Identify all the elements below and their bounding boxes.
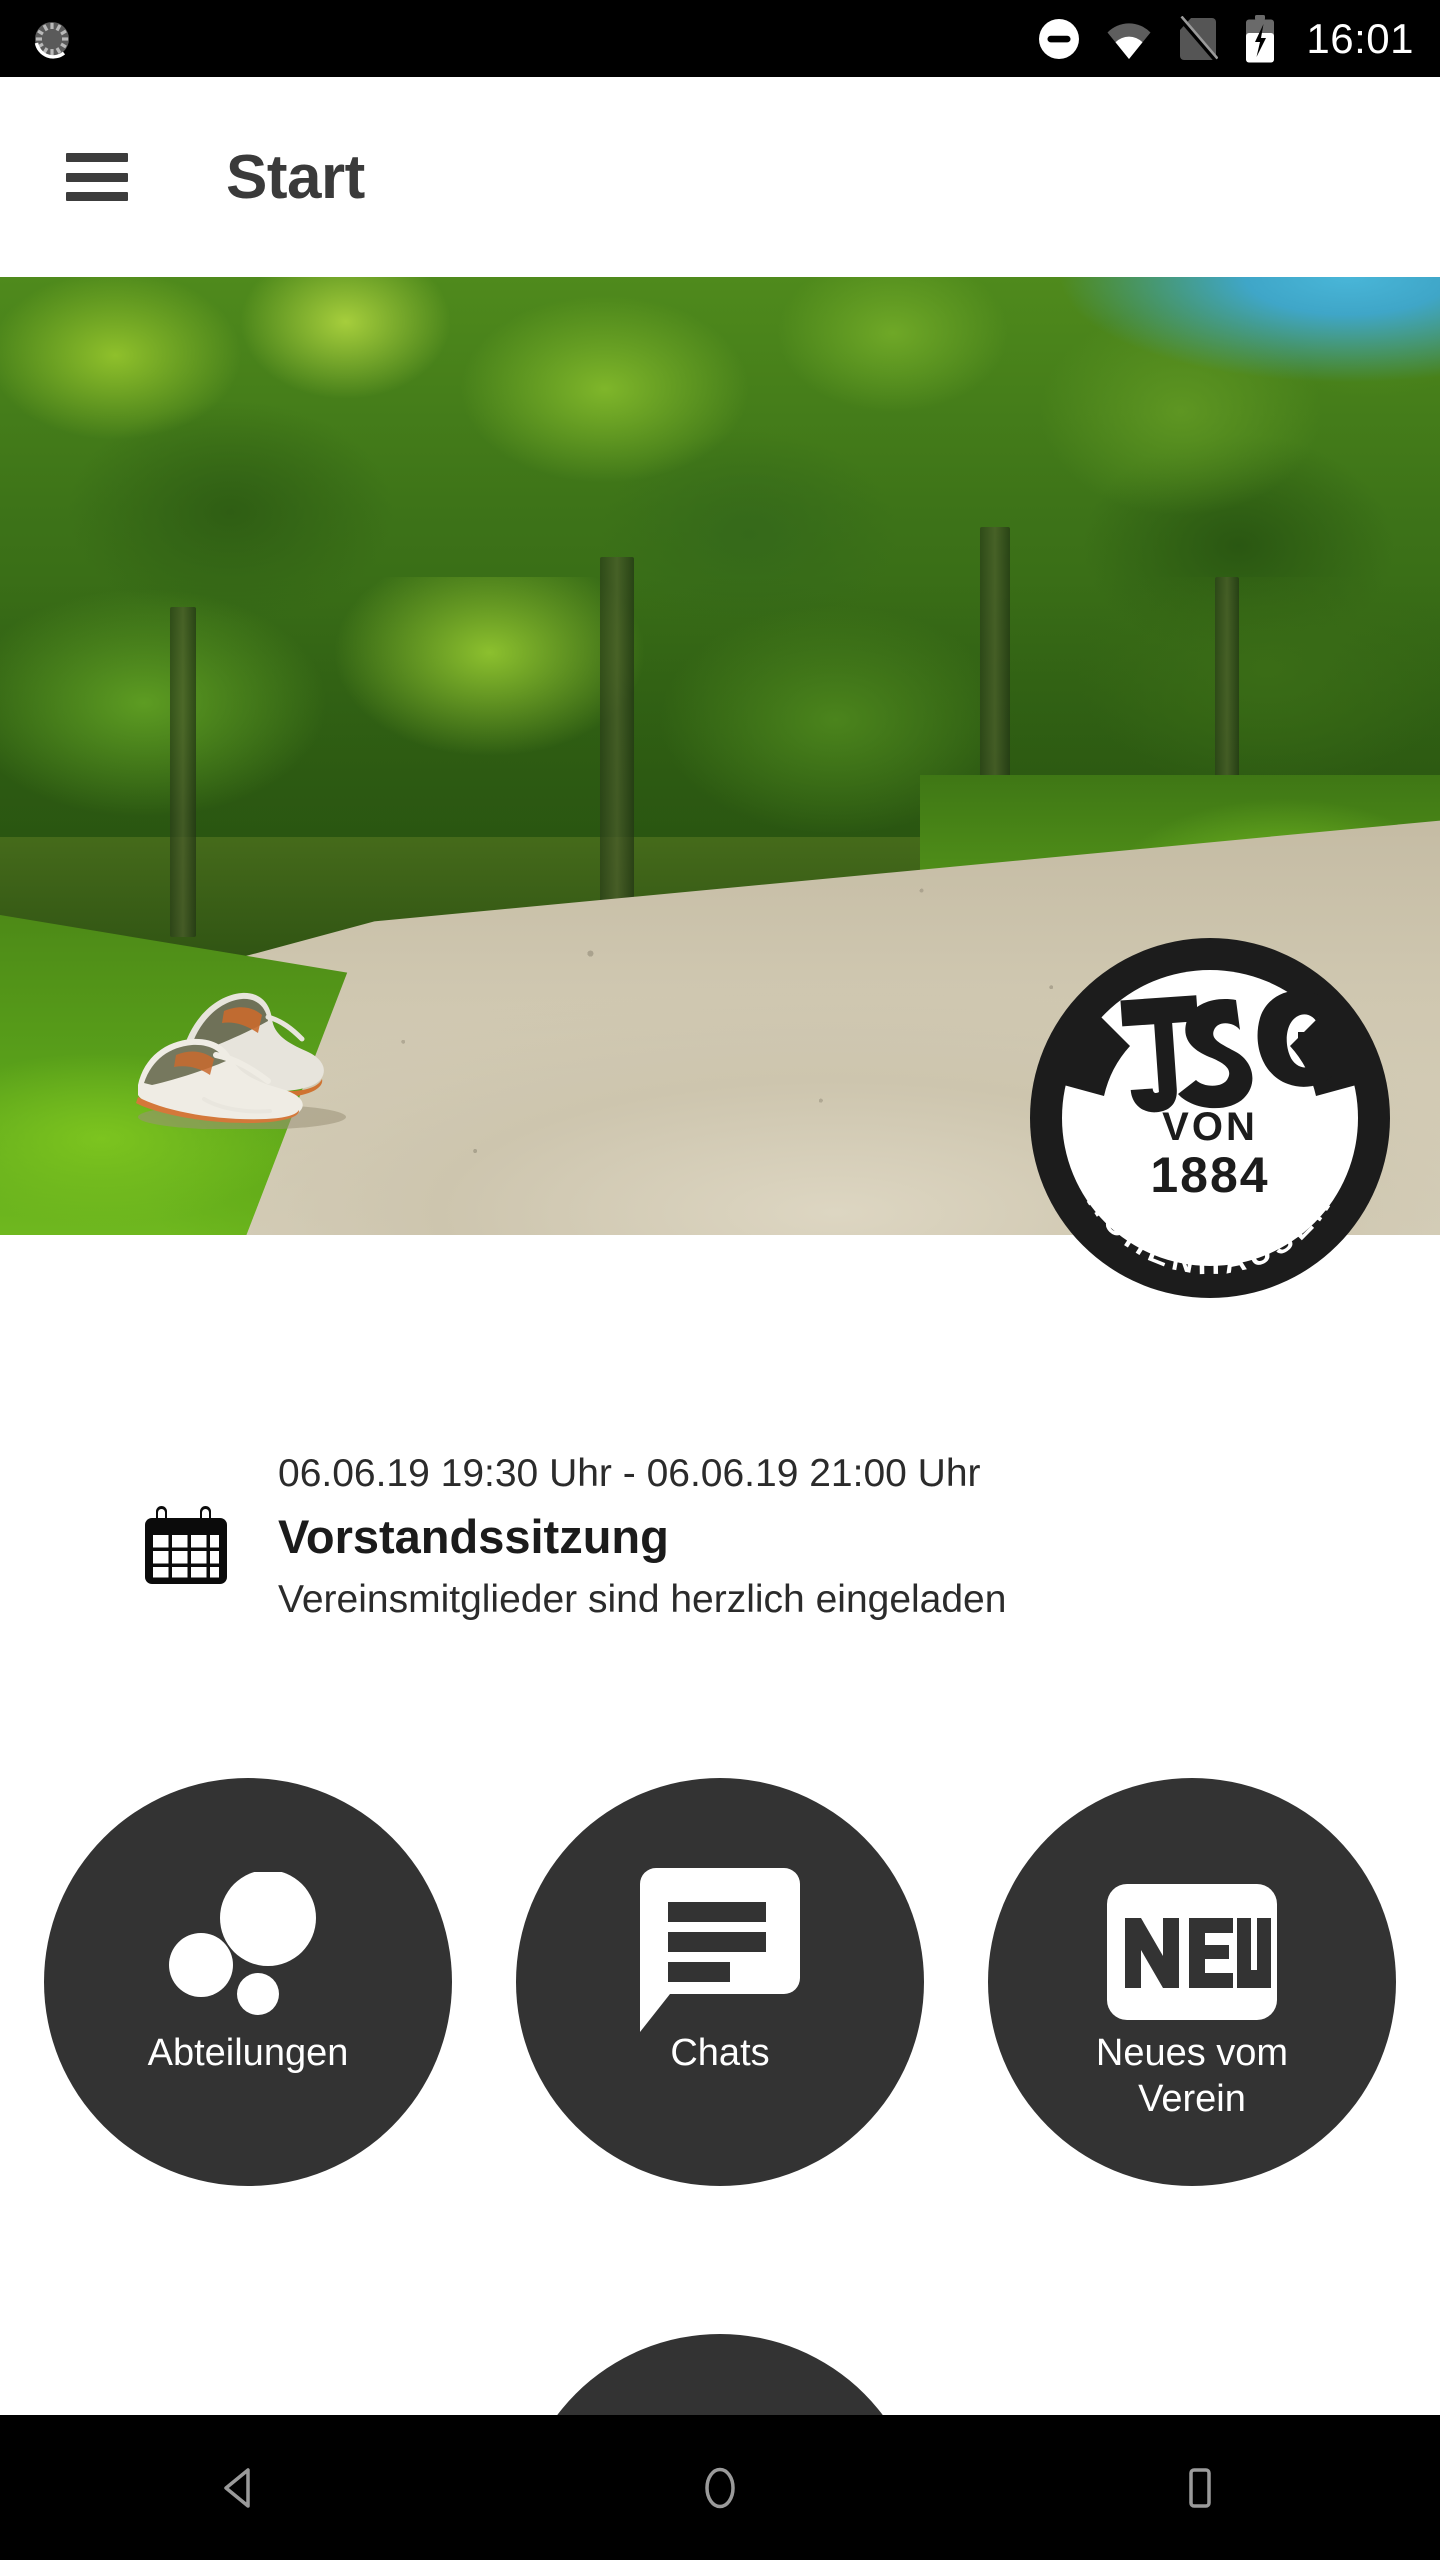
wifi-icon — [1106, 19, 1152, 59]
page-title: Start — [226, 142, 365, 212]
shortcut-label: Chats — [670, 2032, 770, 2074]
recents-button[interactable] — [1125, 2415, 1275, 2560]
circle-icon — [705, 2467, 735, 2508]
event-title: Vorstandssitzung — [278, 1510, 669, 1564]
shortcut-neues-vom-verein[interactable]: Neues vom Verein — [988, 1778, 1396, 2186]
event-card[interactable]: 06.06.19 19:30 Uhr - 06.06.19 21:00 Uhr … — [0, 1450, 1440, 1625]
sync-icon — [30, 17, 74, 61]
status-bar-right: 16:01 — [1038, 14, 1414, 63]
triangle-left-icon — [224, 2467, 250, 2508]
shortcut-label: Neues vom Verein — [988, 2030, 1396, 2123]
badge-year-text: 1884 — [1150, 1147, 1269, 1203]
chat-bubble-icon — [516, 1862, 924, 2042]
no-sim-icon — [1178, 15, 1219, 62]
circles-group-icon — [44, 1862, 452, 2042]
do-not-disturb-icon — [1038, 18, 1080, 60]
tree-trunk — [170, 607, 196, 937]
status-bar-clock: 16:01 — [1306, 14, 1414, 62]
calendar-icon — [140, 1498, 232, 1590]
android-nav-bar — [0, 2415, 1440, 2560]
hamburger-bar — [66, 172, 128, 182]
battery-charging-icon — [1244, 14, 1276, 63]
new-badge-icon — [988, 1862, 1396, 2042]
square-icon — [1189, 2467, 1211, 2508]
status-bar-left — [30, 17, 74, 61]
sky-patch — [1020, 277, 1440, 397]
hamburger-bar — [66, 192, 128, 201]
back-button[interactable] — [165, 2415, 315, 2560]
home-button[interactable] — [645, 2415, 795, 2560]
badge-von-text: VON — [1162, 1105, 1258, 1149]
hamburger-bar — [66, 153, 128, 162]
shortcut-label-line2: Verein — [1138, 2078, 1246, 2121]
shortcut-grid: Abteilungen Chats Neues vom Verein — [0, 1778, 1440, 2186]
shortcut-chats[interactable]: Chats — [516, 1778, 924, 2186]
status-bar: 16:01 — [0, 0, 1440, 77]
running-shoes — [120, 959, 350, 1130]
event-time-range: 06.06.19 19:30 Uhr - 06.06.19 21:00 Uhr — [278, 1452, 981, 1495]
hamburger-menu-icon[interactable] — [66, 153, 128, 201]
shortcut-label-line1: Neues vom — [1095, 2032, 1289, 2074]
shortcut-label: Abteilungen — [147, 2032, 349, 2074]
event-text-block: 06.06.19 19:30 Uhr - 06.06.19 21:00 Uhr … — [278, 1450, 1006, 1625]
event-subtitle: Vereinsmitglieder sind herzlich eingelad… — [278, 1578, 1007, 1622]
club-logo-badge: VON 1884 HOHENHAUSEN — [1026, 934, 1394, 1302]
app-screen: 16:01 Start VON 1884 HOHENHAUSEN 06.06.1… — [0, 0, 1440, 2560]
app-bar: Start — [0, 77, 1440, 277]
shortcut-abteilungen[interactable]: Abteilungen — [44, 1778, 452, 2186]
